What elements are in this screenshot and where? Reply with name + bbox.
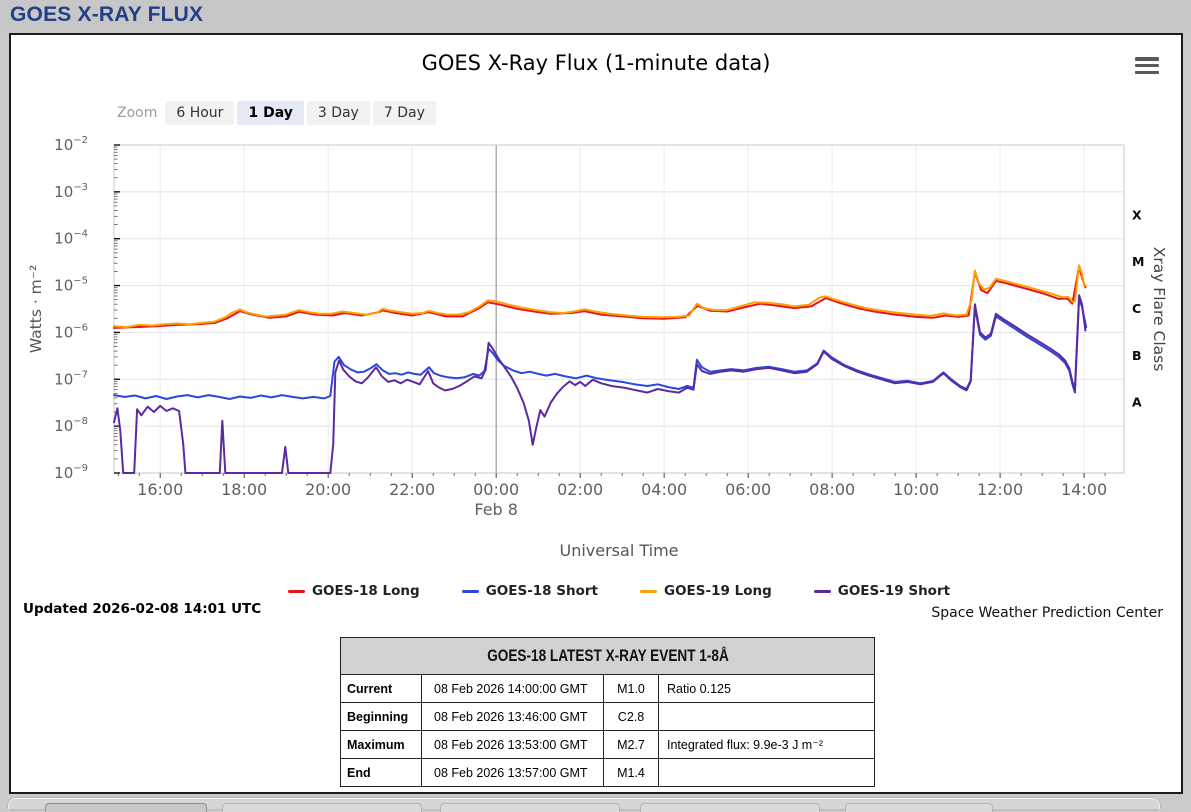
updated-timestamp: Updated 2026-02-08 14:01 UTC	[23, 601, 262, 617]
y-axis-title: Watts · m⁻²	[27, 265, 45, 353]
x-tick-label: 22:00	[389, 480, 435, 499]
zoom-button-1-day[interactable]: 1 Day	[237, 101, 304, 125]
legend-item-goes-19-short[interactable]: GOES-19 Short	[813, 583, 951, 599]
page-title: GOES X-RAY FLUX	[10, 3, 204, 26]
chart-legend: GOES-18 Long GOES-18 Short GOES-19 Long GOE…	[114, 583, 1124, 599]
zoom-button-group: 6 Hour 1 Day 3 Day 7 Day	[165, 101, 439, 125]
event-beginning-extra	[658, 702, 875, 731]
legend-item-goes-19-long[interactable]: GOES-19 Long	[640, 583, 772, 599]
event-table-row-current: Current 08 Feb 2026 14:00:00 GMT M1.0 Ratio…	[340, 674, 875, 703]
legend-swatch-icon	[813, 589, 831, 593]
event-table-row-end: End 08 Feb 2026 13:57:00 GMT M1.4	[340, 758, 875, 787]
legend-swatch-icon	[461, 589, 479, 593]
y-tick-label: 10−4	[54, 229, 88, 248]
chart-panel: GOES X-Ray Flux (1-minute data) Zoom 6 H…	[9, 33, 1183, 794]
event-end-class: M1.4	[603, 758, 659, 787]
flare-class-label-c: C	[1132, 301, 1141, 316]
event-current-extra: Ratio 0.125	[658, 674, 875, 703]
y-tick-label: 10−6	[54, 322, 88, 341]
event-maximum-label: Maximum	[340, 730, 422, 759]
bottom-strip	[0, 796, 1191, 812]
legend-label: GOES-18 Long	[311, 583, 420, 599]
xray-event-table: GOES-18 LATEST X-RAY EVENT 1-8Å Current 0…	[340, 637, 875, 787]
x-tick-sublabel: Feb 8	[474, 500, 518, 519]
event-beginning-class: C2.8	[603, 702, 659, 731]
y-tick-label: 10−3	[54, 182, 88, 201]
legend-label: GOES-19 Long	[664, 583, 772, 599]
flare-class-label-b: B	[1132, 348, 1142, 363]
x-tick-label: 14:00	[1061, 480, 1107, 499]
event-maximum-class: M2.7	[603, 730, 659, 759]
event-maximum-extra: Integrated flux: 9.9e-3 J m⁻²	[658, 730, 875, 759]
zoom-controls: Zoom 6 Hour 1 Day 3 Day 7 Day	[117, 101, 439, 125]
event-table-title: GOES-18 LATEST X-RAY EVENT 1-8Å	[340, 637, 875, 675]
event-maximum-time: 08 Feb 2026 13:53:00 GMT	[421, 730, 604, 759]
event-current-class: M1.0	[603, 674, 659, 703]
event-table-row-maximum: Maximum 08 Feb 2026 13:53:00 GMT M2.7 Integ…	[340, 730, 875, 759]
event-current-time: 08 Feb 2026 14:00:00 GMT	[421, 674, 604, 703]
flare-class-label-x: X	[1132, 207, 1142, 222]
x-axis-title: Universal Time	[559, 541, 679, 560]
event-current-label: Current	[340, 674, 422, 703]
y2-axis-title: Xray Flare Class	[1150, 247, 1168, 372]
x-tick-label: 04:00	[641, 480, 687, 499]
zoom-label: Zoom	[117, 105, 158, 121]
x-tick-label: 10:00	[893, 480, 939, 499]
page-header-band: GOES X-RAY FLUX	[0, 0, 1191, 33]
legend-swatch-icon	[287, 589, 305, 593]
x-tick-label: 16:00	[137, 480, 183, 499]
x-tick-label: 00:00	[473, 480, 519, 499]
legend-label: GOES-19 Short	[837, 583, 951, 599]
x-tick-label: 08:00	[809, 480, 855, 499]
x-tick-label: 18:00	[221, 480, 267, 499]
flare-class-label-a: A	[1132, 395, 1142, 410]
xray-flux-chart[interactable]: 10−2 10−3 10−4 10−5 10−6 10−7 10−8 10−9 16:00 18:…	[11, 130, 1181, 530]
event-end-label: End	[340, 758, 422, 787]
zoom-button-7-day[interactable]: 7 Day	[372, 101, 436, 125]
event-table-row-beginning: Beginning 08 Feb 2026 13:46:00 GMT C2.8	[340, 702, 875, 731]
y-tick-label: 10−5	[54, 276, 88, 295]
event-end-extra	[658, 758, 875, 787]
y-tick-label: 10−7	[54, 369, 88, 388]
legend-label: GOES-18 Short	[485, 583, 598, 599]
x-tick-label: 06:00	[725, 480, 771, 499]
legend-item-goes-18-long[interactable]: GOES-18 Long	[287, 583, 420, 599]
chart-title: GOES X-Ray Flux (1-minute data)	[421, 51, 771, 75]
legend-swatch-icon	[640, 589, 657, 593]
bottom-tab-bar	[8, 798, 1160, 812]
zoom-button-6-hour[interactable]: 6 Hour	[165, 101, 235, 125]
y-tick-label: 10−8	[54, 416, 88, 435]
event-end-time: 08 Feb 2026 13:57:00 GMT	[421, 758, 604, 787]
legend-item-goes-18-short[interactable]: GOES-18 Short	[461, 583, 598, 599]
credit-text: Space Weather Prediction Center	[931, 605, 1163, 621]
y-tick-label: 10−2	[54, 135, 88, 154]
x-tick-label: 20:00	[305, 480, 351, 499]
flare-class-label-m: M	[1132, 254, 1144, 269]
event-beginning-time: 08 Feb 2026 13:46:00 GMT	[421, 702, 604, 731]
hamburger-menu-icon[interactable]	[1135, 57, 1159, 74]
x-tick-label: 12:00	[977, 480, 1023, 499]
zoom-button-3-day[interactable]: 3 Day	[306, 101, 370, 125]
event-beginning-label: Beginning	[340, 702, 422, 731]
y-tick-label: 10−9	[54, 463, 88, 482]
x-tick-label: 02:00	[557, 480, 603, 499]
